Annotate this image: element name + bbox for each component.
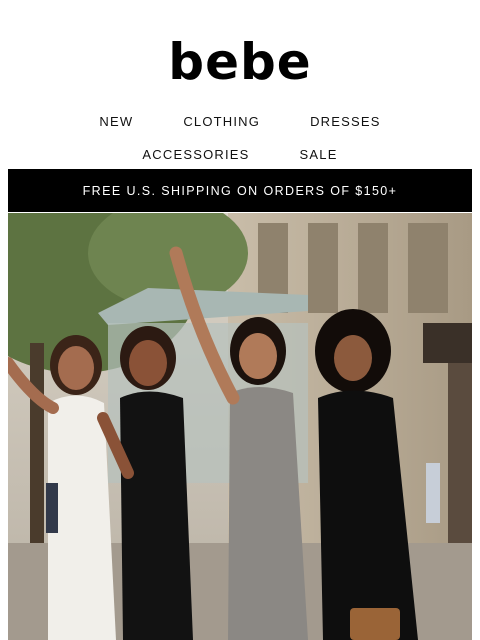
hero-photo-illustration [8,213,472,640]
nav-item-sale[interactable]: SALE [300,147,338,163]
nav-item-clothing[interactable]: CLOTHING [183,114,260,130]
main-nav-row-2: ACCESSORIES SALE [0,147,480,163]
shipping-promo-banner[interactable]: FREE U.S. SHIPPING ON ORDERS OF $150+ [8,169,472,212]
nav-item-new[interactable]: NEW [99,114,133,130]
hero-image[interactable] [8,213,472,640]
brand-logo[interactable]: bebe [0,34,480,90]
nav-item-dresses[interactable]: DRESSES [310,114,381,130]
nav-item-accessories[interactable]: ACCESSORIES [142,147,249,163]
shipping-promo-text: FREE U.S. SHIPPING ON ORDERS OF $150+ [82,183,398,198]
main-nav-row-1: NEW CLOTHING DRESSES [0,114,480,130]
